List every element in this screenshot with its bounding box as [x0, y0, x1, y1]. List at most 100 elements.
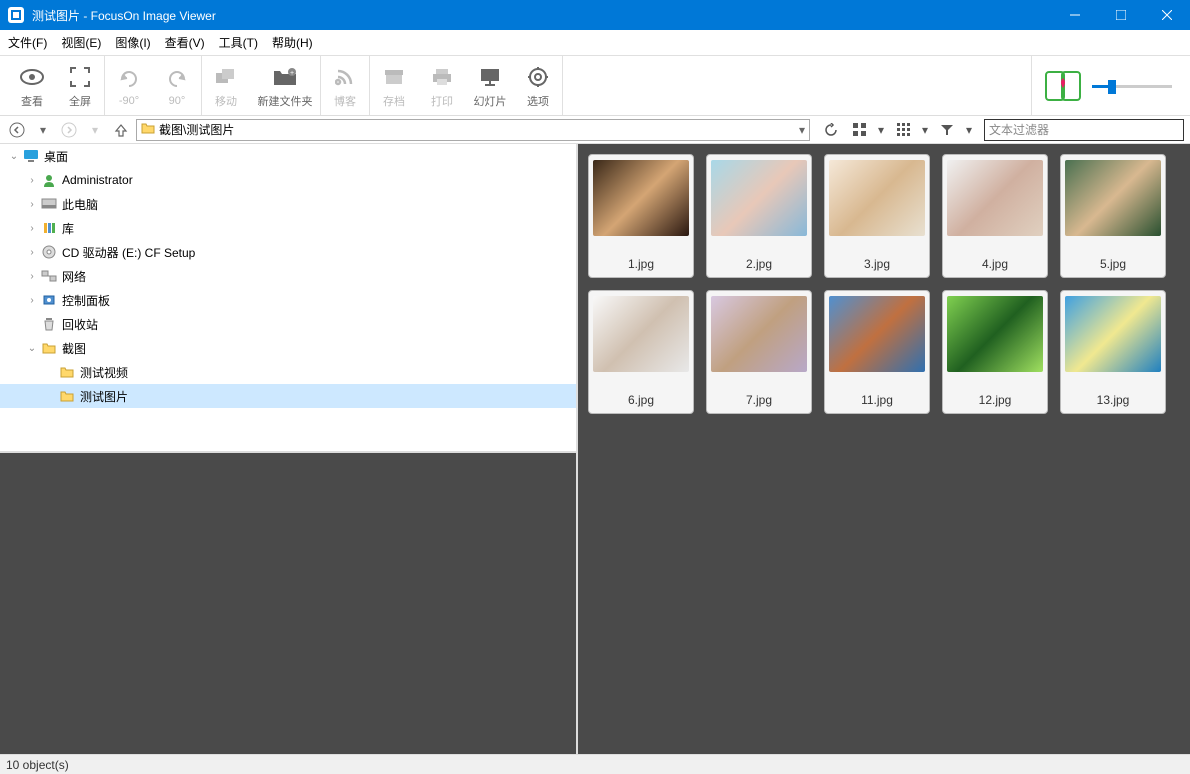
- tree-item[interactable]: 测试视频: [0, 360, 576, 384]
- path-input[interactable]: 截图\测试图片 ▾: [136, 119, 810, 141]
- slideshow-button[interactable]: 幻灯片: [466, 58, 514, 114]
- tree-arrow-icon[interactable]: ›: [24, 247, 40, 258]
- thumbnail-image: [593, 296, 689, 372]
- forward-dropdown-icon[interactable]: ▾: [84, 119, 106, 141]
- tree-label: 控制面板: [62, 292, 110, 309]
- thumbnail-image: [711, 160, 807, 236]
- view-button[interactable]: 查看: [8, 58, 56, 114]
- tree-item[interactable]: ⌄ 桌面: [0, 144, 576, 168]
- path-dropdown-icon[interactable]: ▾: [799, 123, 805, 137]
- nav-up-button[interactable]: [110, 119, 132, 141]
- thumbnail[interactable]: 2.jpg: [706, 154, 812, 278]
- tree-label: 测试视频: [80, 364, 128, 381]
- zoom-slider[interactable]: [1092, 76, 1172, 96]
- newfolder-icon: +: [272, 63, 298, 91]
- gear-icon: [527, 63, 549, 91]
- thumbnail[interactable]: 12.jpg: [942, 290, 1048, 414]
- sort-dropdown-icon[interactable]: ▾: [920, 119, 930, 141]
- archive-icon: [383, 63, 405, 91]
- tree-item[interactable]: ⌄ 截图: [0, 336, 576, 360]
- pc-icon: [40, 198, 58, 210]
- options-button[interactable]: 选项: [514, 58, 562, 114]
- folder-tree[interactable]: ⌄ 桌面 › Administrator › 此电脑 › 库 › CD 驱动器 …: [0, 144, 576, 453]
- folder-icon: [141, 122, 155, 137]
- menu-look[interactable]: 查看(V): [165, 34, 205, 51]
- move-button[interactable]: 移动: [202, 58, 250, 114]
- menu-view[interactable]: 视图(E): [61, 34, 101, 51]
- thumbnail[interactable]: 11.jpg: [824, 290, 930, 414]
- app-logo-icon: [1042, 68, 1084, 104]
- app-icon: [8, 7, 24, 23]
- tree-arrow-icon[interactable]: ⌄: [24, 343, 40, 354]
- view-large-icons-button[interactable]: [848, 119, 870, 141]
- filter-button[interactable]: [936, 119, 958, 141]
- rss-icon: [335, 63, 355, 91]
- maximize-button[interactable]: [1098, 0, 1144, 30]
- status-text: 10 object(s): [6, 758, 69, 772]
- minimize-button[interactable]: [1052, 0, 1098, 30]
- print-icon: [431, 63, 453, 91]
- tree-item[interactable]: › 网络: [0, 264, 576, 288]
- tree-item[interactable]: › 控制面板: [0, 288, 576, 312]
- thumbnail-image: [947, 296, 1043, 372]
- thumbnail-name: 2.jpg: [746, 257, 772, 271]
- menu-file[interactable]: 文件(F): [8, 34, 47, 51]
- tree-label: Administrator: [62, 173, 133, 187]
- refresh-button[interactable]: [820, 119, 842, 141]
- view-small-icons-button[interactable]: [892, 119, 914, 141]
- thumbnail[interactable]: 7.jpg: [706, 290, 812, 414]
- thumbnail-name: 13.jpg: [1097, 393, 1130, 407]
- close-button[interactable]: [1144, 0, 1190, 30]
- archive-button[interactable]: 存档: [370, 58, 418, 114]
- tree-item[interactable]: › 库: [0, 216, 576, 240]
- thumbnail[interactable]: 6.jpg: [588, 290, 694, 414]
- tree-arrow-icon[interactable]: ›: [24, 271, 40, 282]
- rotate-left-icon: [118, 65, 140, 93]
- menu-image[interactable]: 图像(I): [115, 34, 150, 51]
- blog-button[interactable]: 博客: [321, 58, 369, 114]
- tree-arrow-icon[interactable]: ›: [24, 223, 40, 234]
- thumbnail-area[interactable]: 1.jpg 2.jpg 3.jpg 4.jpg 5.jpg 6.jpg 7.jp…: [578, 144, 1190, 754]
- tree-item[interactable]: › Administrator: [0, 168, 576, 192]
- rotate-left-button[interactable]: -90°: [105, 58, 153, 114]
- tree-item[interactable]: 测试图片: [0, 384, 576, 408]
- tree-arrow-icon[interactable]: ›: [24, 175, 40, 186]
- tree-label: 网络: [62, 268, 86, 285]
- desktop-icon: [22, 149, 40, 163]
- lib-icon: [40, 221, 58, 235]
- nav-forward-button[interactable]: [58, 119, 80, 141]
- thumbnail[interactable]: 5.jpg: [1060, 154, 1166, 278]
- filter-dropdown-icon[interactable]: ▾: [964, 119, 974, 141]
- cd-icon: [40, 245, 58, 259]
- print-button[interactable]: 打印: [418, 58, 466, 114]
- menu-tools[interactable]: 工具(T): [219, 34, 258, 51]
- rotate-right-button[interactable]: 90°: [153, 58, 201, 114]
- thumbnail[interactable]: 13.jpg: [1060, 290, 1166, 414]
- thumbnail-name: 5.jpg: [1100, 257, 1126, 271]
- svg-text:+: +: [290, 70, 294, 77]
- filter-input[interactable]: 文本过滤器: [984, 119, 1184, 141]
- tree-item[interactable]: › CD 驱动器 (E:) CF Setup: [0, 240, 576, 264]
- thumbnail[interactable]: 4.jpg: [942, 154, 1048, 278]
- folder-icon: [58, 366, 76, 378]
- tree-item[interactable]: › 此电脑: [0, 192, 576, 216]
- thumbnail[interactable]: 1.jpg: [588, 154, 694, 278]
- tree-item[interactable]: 回收站: [0, 312, 576, 336]
- thumbnail[interactable]: 3.jpg: [824, 154, 930, 278]
- thumbnail-name: 11.jpg: [861, 393, 893, 407]
- newfolder-button[interactable]: + 新建文件夹: [250, 58, 320, 114]
- thumbnail-image: [1065, 296, 1161, 372]
- tree-arrow-icon[interactable]: ›: [24, 199, 40, 210]
- thumbnail-name: 12.jpg: [979, 393, 1012, 407]
- tree-arrow-icon[interactable]: ›: [24, 295, 40, 306]
- menu-help[interactable]: 帮助(H): [272, 34, 313, 51]
- back-dropdown-icon[interactable]: ▾: [32, 119, 54, 141]
- tree-arrow-icon[interactable]: ⌄: [6, 151, 22, 162]
- recycle-icon: [40, 317, 58, 331]
- net-icon: [40, 270, 58, 282]
- fullscreen-button[interactable]: 全屏: [56, 58, 104, 114]
- thumbnail-name: 4.jpg: [982, 257, 1008, 271]
- nav-back-button[interactable]: [6, 119, 28, 141]
- view-dropdown-icon[interactable]: ▾: [876, 119, 886, 141]
- thumbnail-image: [593, 160, 689, 236]
